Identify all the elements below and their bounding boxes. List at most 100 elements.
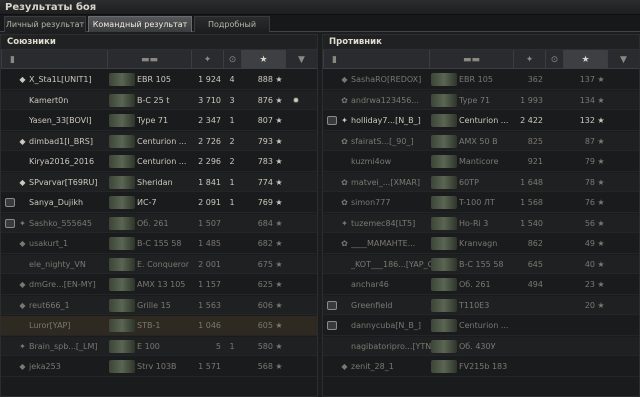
player-name[interactable]: matvei_...[XMAR] bbox=[351, 173, 431, 192]
player-row[interactable]: ◆ jeka253 Strv 103B 1 571 568 ★ bbox=[1, 357, 317, 377]
rank-badge-icon: ✿ bbox=[341, 95, 348, 105]
player-row[interactable]: ◆ dmGre...[EN-MY] AMX 13 105 1 157 625 ★ bbox=[1, 275, 317, 295]
player-row[interactable]: Luror[YAP] STB-1 1 046 605 ★ bbox=[1, 316, 317, 336]
platoon-column-icon[interactable]: ▮ bbox=[1, 50, 23, 69]
player-row[interactable]: dannycuba[N_B_] Centurion ... bbox=[323, 316, 639, 336]
tank-image bbox=[109, 237, 135, 250]
tank-name: Manticore bbox=[459, 157, 499, 166]
player-row[interactable]: ✦ holliday7...[N_B_] Centurion ... 2 422 132… bbox=[323, 111, 639, 131]
player-name[interactable]: ele_nighty_VN bbox=[29, 255, 109, 274]
player-row[interactable]: ele_nighty_VN E. Conqueror 2 001 675 ★ bbox=[1, 254, 317, 274]
player-name[interactable]: reut666_1 bbox=[29, 296, 109, 315]
damage-column-icon[interactable]: ✦ bbox=[191, 50, 223, 69]
player-row[interactable]: ✿ simon777 T-100 ЛТ 1 568 76 ★ bbox=[323, 193, 639, 213]
tank-name: B-C 155 58 bbox=[459, 259, 504, 269]
xp-column-star-icon[interactable]: ★ bbox=[241, 50, 285, 69]
player-row[interactable]: nagibatoripro...[YTNK] Об. 430У bbox=[323, 336, 639, 356]
player-name[interactable]: dannycuba[N_B_] bbox=[351, 316, 431, 335]
tank-image bbox=[431, 278, 457, 291]
player-name[interactable]: sfairatS...[_90_] bbox=[351, 132, 431, 151]
player-row[interactable]: Yasen_33[BOVI] Type 71 2 347 1 807 ★ bbox=[1, 111, 317, 131]
damage-value: 1 571 bbox=[198, 362, 221, 371]
tank-image bbox=[109, 175, 135, 189]
star-icon: ★ bbox=[275, 177, 283, 187]
tank-column-icon[interactable]: ▬▬ bbox=[107, 50, 191, 69]
xp-value: 807 bbox=[257, 116, 273, 125]
tab-team-result[interactable]: Командный результат bbox=[88, 16, 192, 32]
player-row[interactable]: ◆ SPvarvar[T69RU] Sheridan 1 841 1 774 ★ bbox=[1, 172, 317, 192]
xp-column-star-icon[interactable]: ★ bbox=[563, 50, 607, 69]
player-row[interactable]: Kirya2016_2016 Centurion ... 2 296 2 783 ★ bbox=[1, 152, 317, 172]
kills-column-icon[interactable]: ⊙ bbox=[223, 50, 241, 69]
player-name[interactable]: Kirya2016_2016 bbox=[29, 152, 109, 171]
player-name[interactable]: andrwa123456... bbox=[351, 91, 431, 110]
tank-column-icon[interactable]: ▬▬ bbox=[429, 50, 513, 69]
player-row[interactable]: _KOT___186...[YAP_C] B-C 155 58 645 40 ★ bbox=[323, 254, 639, 274]
player-name[interactable]: simon777 bbox=[351, 193, 431, 212]
tab-personal-result[interactable]: Личный результат bbox=[4, 16, 86, 32]
player-row[interactable]: kuzmi4ow Manticore 921 79 ★ bbox=[323, 152, 639, 172]
player-name[interactable]: Luror[YAP] bbox=[29, 316, 109, 335]
damage-column-icon[interactable]: ✦ bbox=[513, 50, 545, 69]
player-name[interactable]: Sashko_555645 bbox=[29, 214, 109, 233]
player-row[interactable]: anchar46 Об. 261 494 23 ★ bbox=[323, 275, 639, 295]
player-name[interactable]: holliday7...[N_B_] bbox=[351, 111, 431, 130]
tank-name: Strv 103B bbox=[137, 362, 177, 371]
player-name[interactable]: Sanya_Dujikh bbox=[29, 193, 109, 212]
player-name[interactable]: dimbad1[I_BRS] bbox=[29, 132, 109, 151]
player-name[interactable]: Yasen_33[BOVI] bbox=[29, 111, 109, 130]
player-name[interactable]: dmGre...[EN-MY] bbox=[29, 275, 109, 294]
player-name[interactable]: _KOT___186...[YAP_C] bbox=[351, 255, 431, 274]
kills-value bbox=[225, 255, 239, 274]
player-name[interactable]: SashaRO[REDOX] bbox=[351, 70, 431, 89]
player-name[interactable]: ____МАМАНТЕ... bbox=[351, 234, 431, 253]
player-row[interactable]: ✿ matvei_...[XMAR] 60TP 1 648 78 ★ bbox=[323, 172, 639, 192]
player-row[interactable]: ✿ ____МАМАНТЕ... Kranvagn 862 49 ★ bbox=[323, 234, 639, 254]
player-name[interactable]: Kamert0n bbox=[29, 91, 109, 110]
medal-column-icon[interactable]: ▼ bbox=[285, 50, 317, 69]
tank-image bbox=[431, 360, 457, 373]
player-row[interactable]: Kamert0n B-C 25 t 3 710 3 876 ★ ✹ bbox=[1, 90, 317, 110]
tank-image bbox=[109, 155, 135, 168]
kills-value bbox=[547, 275, 561, 294]
platoon-icon bbox=[327, 321, 337, 330]
player-row[interactable]: Greenfield T110E3 20 ★ bbox=[323, 295, 639, 315]
rank-badge-icon: ✿ bbox=[341, 177, 348, 187]
player-row[interactable]: ✦ Brain_spb...[_LM] E 100 5 1 580 ★ bbox=[1, 336, 317, 356]
player-name[interactable]: jeka253 bbox=[29, 357, 109, 376]
tank-image bbox=[109, 114, 135, 127]
player-name[interactable]: X_Sta1L[UNIT1] bbox=[29, 70, 109, 89]
kills-column-icon[interactable]: ⊙ bbox=[545, 50, 563, 69]
player-row[interactable]: ◆ SashaRO[REDOX] EBR 105 362 137 ★ bbox=[323, 70, 639, 90]
player-row[interactable]: ✦ tuzemec84[LT5] Ho-Ri 3 1 540 56 ★ bbox=[323, 213, 639, 233]
player-row[interactable]: ✿ sfairatS...[_90_] AMX 50 B 825 87 ★ bbox=[323, 131, 639, 151]
damage-value: 1 540 bbox=[520, 218, 543, 228]
platoon-column-icon[interactable]: ▮ bbox=[323, 50, 345, 69]
player-name[interactable]: kuzmi4ow bbox=[351, 152, 431, 171]
kills-value bbox=[547, 255, 561, 274]
star-icon: ★ bbox=[275, 259, 283, 269]
player-row[interactable]: ✦ Sashko_555645 Об. 261 1 507 684 ★ bbox=[1, 213, 317, 233]
xp-value: 40 bbox=[584, 259, 595, 269]
player-name[interactable]: zenit_28_1 bbox=[351, 357, 431, 376]
xp-value: 684 bbox=[257, 218, 273, 228]
tab-detailed-report[interactable]: Подробный отчёт bbox=[194, 16, 270, 44]
xp-value: 56 bbox=[584, 218, 595, 228]
player-name[interactable]: Greenfield bbox=[351, 296, 431, 315]
player-name[interactable]: nagibatoripro...[YTNK] bbox=[351, 337, 431, 356]
kills-value: 1 bbox=[229, 198, 235, 207]
player-name[interactable]: Brain_spb...[_LM] bbox=[29, 337, 109, 356]
medal-column-icon[interactable]: ▼ bbox=[607, 50, 639, 69]
player-row[interactable]: ✿ andrwa123456... Type 71 1 993 134 ★ bbox=[323, 90, 639, 110]
kills-value bbox=[547, 111, 561, 130]
player-name[interactable]: anchar46 bbox=[351, 275, 431, 294]
player-name[interactable]: tuzemec84[LT5] bbox=[351, 214, 431, 233]
player-name[interactable]: usakurt_1 bbox=[29, 234, 109, 253]
player-row[interactable]: ◆ X_Sta1L[UNIT1] EBR 105 1 924 4 888 ★ bbox=[1, 70, 317, 90]
player-row[interactable]: ◆ zenit_28_1 FV215b 183 bbox=[323, 357, 639, 377]
player-row[interactable]: ◆ reut666_1 Grille 15 1 563 606 ★ bbox=[1, 295, 317, 315]
player-name[interactable]: SPvarvar[T69RU] bbox=[29, 173, 109, 192]
player-row[interactable]: ◆ usakurt_1 B-C 155 58 1 485 682 ★ bbox=[1, 234, 317, 254]
player-row[interactable]: Sanya_Dujikh ИС-7 2 091 1 769 ★ bbox=[1, 193, 317, 213]
player-row[interactable]: ◆ dimbad1[I_BRS] Centurion ... 2 726 2 793 ★ bbox=[1, 131, 317, 151]
